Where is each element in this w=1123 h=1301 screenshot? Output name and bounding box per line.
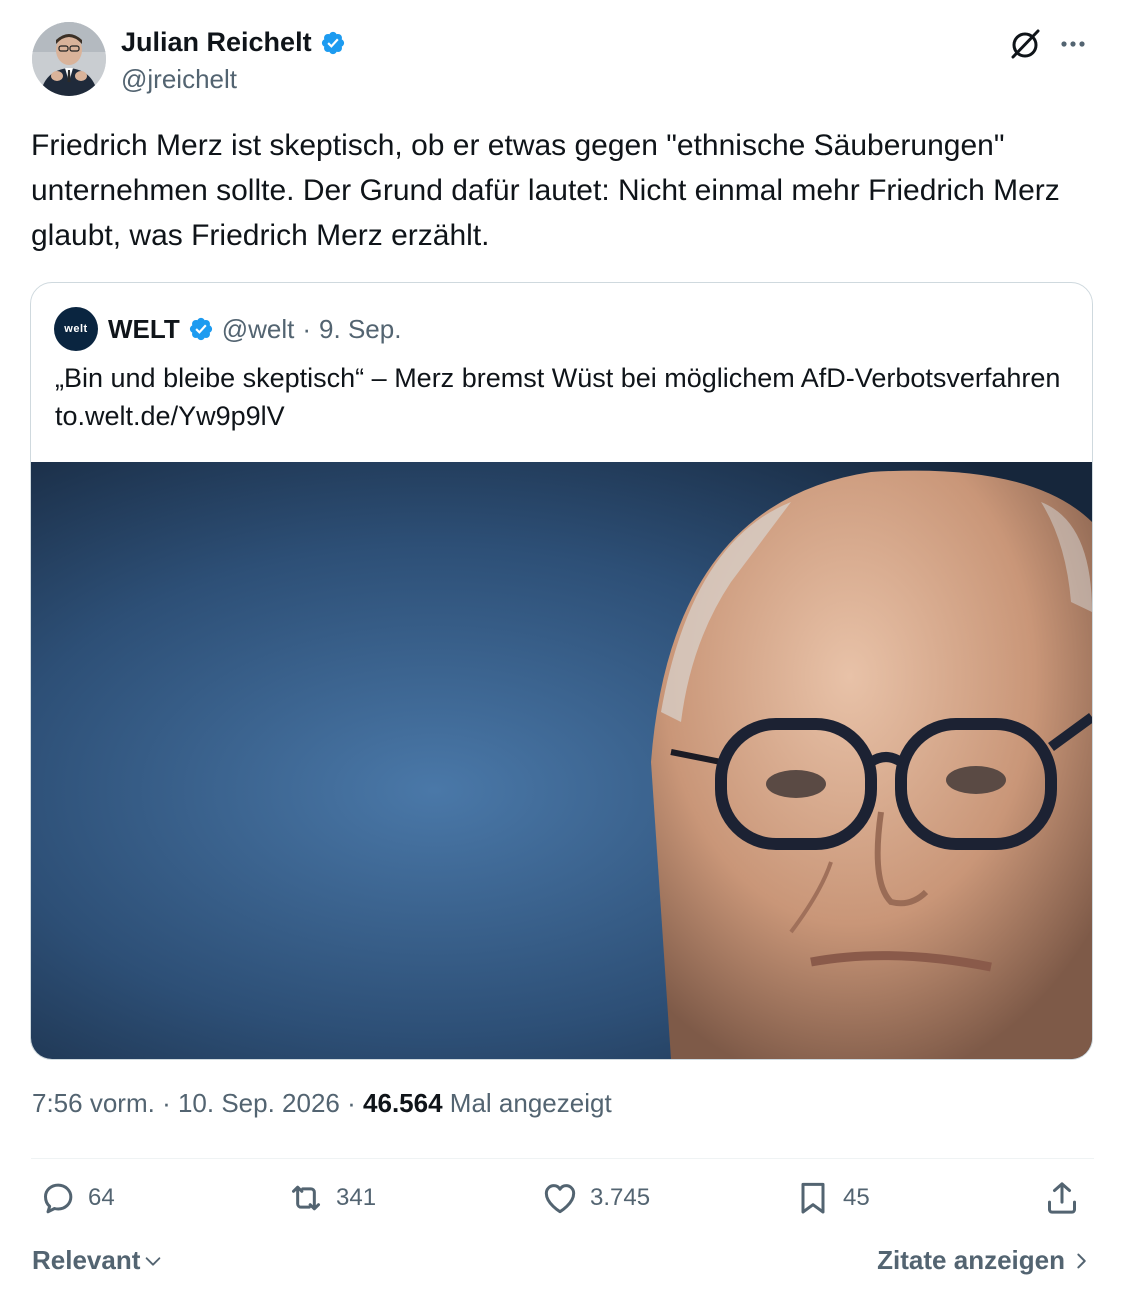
share-icon	[1048, 1182, 1076, 1214]
view-quotes-label: Zitate anzeigen	[877, 1245, 1065, 1275]
view-quotes-link[interactable]: Zitate anzeigen	[877, 1245, 1089, 1276]
repost-button[interactable]: 341	[286, 1178, 376, 1218]
tweet-text: Friedrich Merz ist skeptisch, ob er etwa…	[31, 129, 1060, 252]
author-handle[interactable]: @jreichelt	[121, 64, 237, 95]
view-count-label: Mal angezeigt	[449, 1088, 612, 1118]
reply-count: 64	[88, 1184, 115, 1211]
quoted-tweet-text: „Bin und bleibe skeptisch“ – Merz bremst…	[55, 363, 1061, 431]
avatar[interactable]	[32, 22, 106, 96]
share-button[interactable]	[1042, 1178, 1082, 1218]
repost-icon	[292, 1185, 320, 1211]
tweet-timestamp: 7:56 vorm. · 10. Sep. 2026 · 46.564 Mal …	[32, 1088, 612, 1119]
quoted-separator: ·	[302, 313, 312, 344]
quoted-author-handle[interactable]: @welt	[222, 314, 295, 345]
meta-separator: ·	[162, 1088, 171, 1118]
repost-count: 341	[336, 1184, 377, 1211]
quoted-tweet[interactable]: welt WELT @welt · 9. Sep. „Bin und bleib…	[30, 282, 1093, 1060]
bookmark-button[interactable]: 45	[793, 1178, 870, 1218]
quoted-tweet-image[interactable]	[31, 462, 1092, 1059]
tweet-header: Julian Reichelt @jreichelt	[32, 22, 1093, 100]
meta-separator: ·	[347, 1088, 356, 1118]
tweet-date[interactable]: 10. Sep. 2026	[178, 1088, 340, 1118]
heart-icon	[544, 1184, 576, 1214]
sort-replies-dropdown[interactable]: Relevant	[32, 1245, 164, 1276]
more-icon[interactable]	[1055, 26, 1091, 62]
bookmark-count: 45	[843, 1184, 870, 1211]
quoted-date[interactable]: 9. Sep.	[319, 314, 401, 345]
author-name-row: Julian Reichelt	[121, 27, 346, 58]
bookmark-icon	[801, 1182, 825, 1214]
like-button[interactable]: 3.745	[540, 1178, 650, 1218]
verified-badge-icon	[189, 317, 212, 341]
author-name[interactable]: Julian Reichelt	[121, 27, 312, 58]
quoted-tweet-header: welt WELT @welt · 9. Sep.	[54, 307, 401, 351]
sort-label: Relevant	[32, 1245, 141, 1275]
welt-logo[interactable]: welt	[54, 307, 98, 351]
divider	[31, 1158, 1094, 1159]
reply-button[interactable]: 64	[38, 1178, 115, 1218]
view-count: 46.564	[363, 1088, 443, 1118]
tweet-time[interactable]: 7:56 vorm.	[32, 1088, 155, 1118]
reply-icon	[44, 1183, 73, 1214]
grok-icon[interactable]	[1007, 26, 1043, 62]
chevron-down-icon	[146, 1256, 161, 1266]
like-count: 3.745	[590, 1184, 651, 1211]
quoted-author-name[interactable]: WELT	[108, 314, 180, 345]
chevron-right-icon	[1077, 1253, 1086, 1268]
verified-badge-icon	[321, 31, 344, 54]
action-bar: 64 341 3.745 45	[38, 1178, 1088, 1228]
